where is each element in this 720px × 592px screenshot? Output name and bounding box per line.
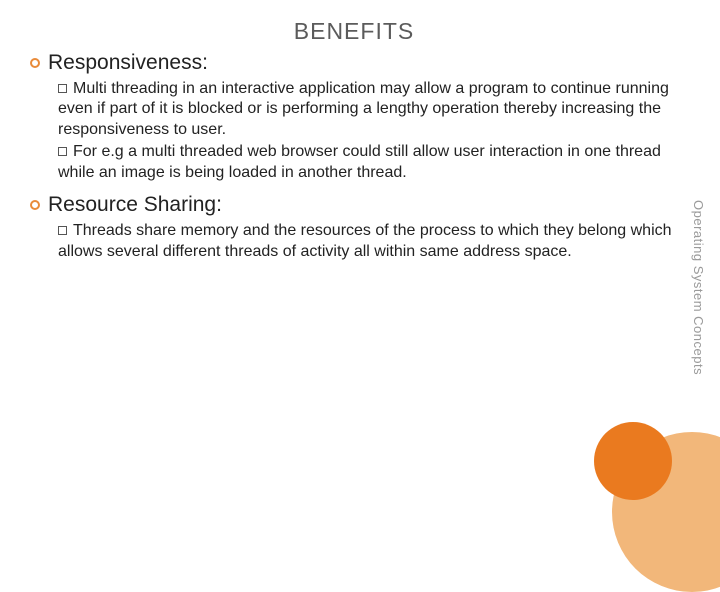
list-item: Multi threading in an interactive applic… <box>58 79 672 140</box>
slide: BENEFITS Responsiveness: Multi threading… <box>0 0 720 540</box>
section-body-resource-sharing: Threads share memory and the resources o… <box>58 221 672 262</box>
side-label: Operating System Concepts <box>691 200 706 375</box>
square-bullet-icon <box>58 226 67 235</box>
decorative-circle-icon <box>594 422 672 500</box>
ring-bullet-icon <box>30 200 40 210</box>
slide-title: BENEFITS <box>24 18 684 45</box>
decorative-corner <box>540 360 720 540</box>
section-heading-text: Resource Sharing: <box>48 193 222 217</box>
square-bullet-icon <box>58 147 67 156</box>
section-heading-text: Responsiveness: <box>48 51 208 75</box>
square-bullet-icon <box>58 84 67 93</box>
list-item: Threads share memory and the resources o… <box>58 221 672 262</box>
section-body-responsiveness: Multi threading in an interactive applic… <box>58 79 672 183</box>
ring-bullet-icon <box>30 58 40 68</box>
list-item: For e.g a multi threaded web browser cou… <box>58 142 672 183</box>
list-item-text: For e.g a multi threaded web browser cou… <box>58 143 661 180</box>
list-item-text: Threads share memory and the resources o… <box>58 222 672 259</box>
list-item-text: Multi threading in an interactive applic… <box>58 80 669 138</box>
section-heading-responsiveness: Responsiveness: <box>30 51 684 75</box>
decorative-circle-icon <box>612 432 720 592</box>
section-heading-resource-sharing: Resource Sharing: <box>30 193 684 217</box>
